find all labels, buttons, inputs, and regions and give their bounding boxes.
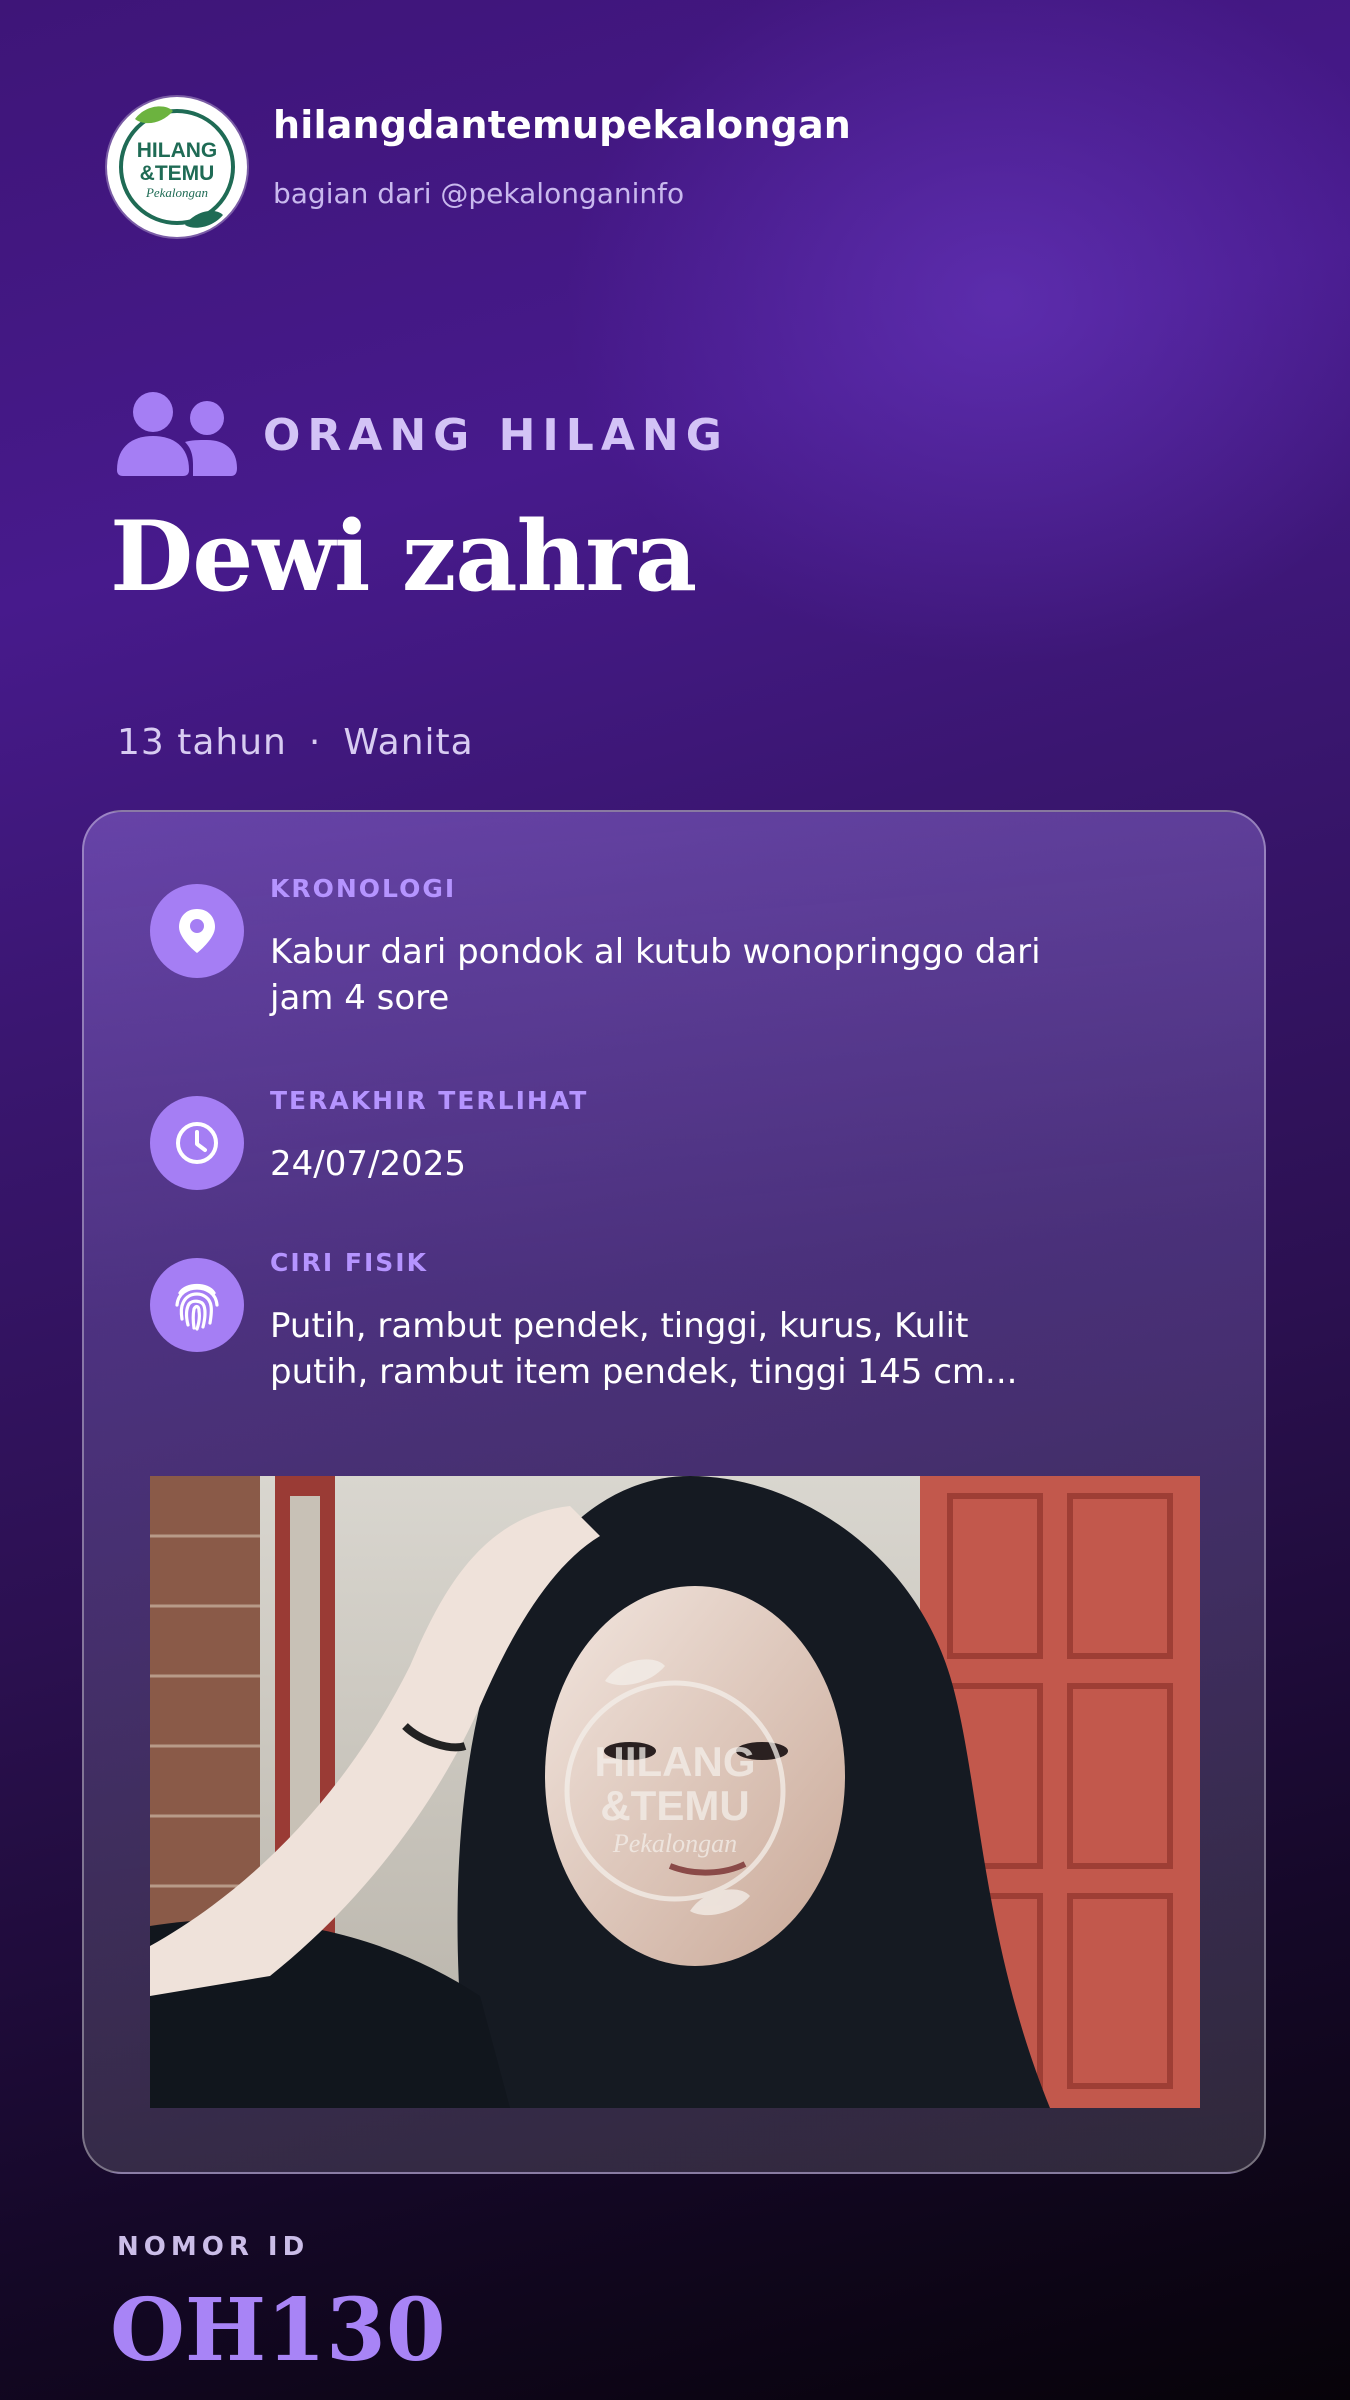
svg-text:&TEMU: &TEMU bbox=[600, 1782, 749, 1829]
brand-logo[interactable]: HILANG &TEMU Pekalongan bbox=[107, 97, 247, 237]
detail-value: 24/07/2025 bbox=[270, 1144, 466, 1184]
brand-info: hilangdantemupekalongan bagian dari @pek… bbox=[273, 97, 851, 210]
clock-icon bbox=[150, 1096, 244, 1190]
svg-text:Pekalongan: Pekalongan bbox=[145, 185, 208, 200]
missing-person-photo[interactable]: HILANG &TEMU Pekalongan bbox=[150, 1476, 1200, 2108]
detail-value: Putih, rambut pendek, tinggi, kurus, Kul… bbox=[270, 1306, 1018, 1392]
category-label: ORANG HILANG bbox=[263, 409, 729, 461]
id-label: NOMOR ID bbox=[117, 2232, 310, 2262]
hilang-temu-logo-icon: HILANG &TEMU Pekalongan bbox=[119, 106, 235, 228]
detail-label: KRONOLOGI bbox=[270, 874, 457, 903]
detail-row-kronologi: KRONOLOGI Kabur dari pondok al kutub won… bbox=[150, 874, 1050, 1021]
category-heading: ORANG HILANG bbox=[115, 390, 729, 480]
svg-text:Pekalongan: Pekalongan bbox=[612, 1829, 737, 1858]
detail-row-physical: CIRI FISIK Putih, rambut pendek, tinggi,… bbox=[150, 1248, 1050, 1395]
separator: · bbox=[308, 722, 322, 763]
demographics: 13 tahun · Wanita bbox=[117, 722, 474, 763]
svg-text:HILANG: HILANG bbox=[595, 1738, 756, 1785]
detail-row-last-seen: TERAKHIR TERLIHAT 24/07/2025 bbox=[150, 1086, 1050, 1190]
details-card: KRONOLOGI Kabur dari pondok al kutub won… bbox=[82, 810, 1266, 2174]
fingerprint-icon bbox=[150, 1258, 244, 1352]
svg-text:HILANG: HILANG bbox=[137, 139, 218, 162]
detail-label: CIRI FISIK bbox=[270, 1248, 428, 1277]
age-text: 13 tahun bbox=[117, 722, 287, 763]
detail-value: Kabur dari pondok al kutub wonopringgo d… bbox=[270, 932, 1041, 1018]
svg-text:&TEMU: &TEMU bbox=[140, 162, 215, 185]
people-icon bbox=[115, 390, 239, 480]
detail-label: TERAKHIR TERLIHAT bbox=[270, 1086, 589, 1115]
location-pin-icon bbox=[150, 884, 244, 978]
photo-image: HILANG &TEMU Pekalongan bbox=[150, 1476, 1200, 2108]
id-value: OH130 bbox=[110, 2280, 446, 2381]
account-header: HILANG &TEMU Pekalongan hilangdantemupek… bbox=[107, 97, 851, 237]
gender-text: Wanita bbox=[343, 722, 474, 763]
account-subtitle: bagian dari @pekalonganinfo bbox=[273, 177, 685, 210]
person-name: Dewi zahra bbox=[110, 500, 697, 613]
account-name[interactable]: hilangdantemupekalongan bbox=[273, 103, 851, 147]
